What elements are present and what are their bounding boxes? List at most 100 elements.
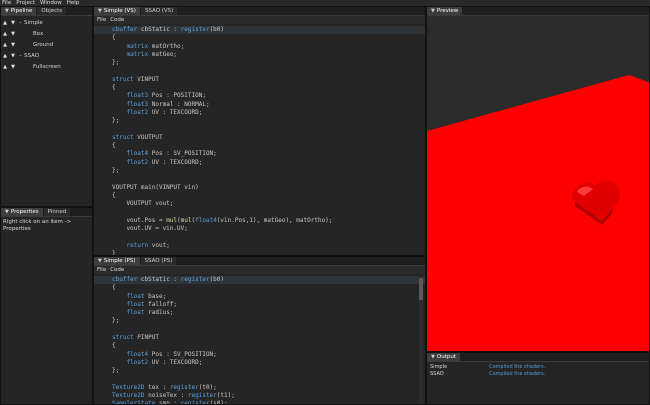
tab-simple-ps[interactable]: ▼ Simple (PS) bbox=[94, 257, 140, 265]
tab-menu-icon[interactable]: ▼ bbox=[5, 209, 9, 215]
code-line: SamplerState smp : register(s0); bbox=[112, 400, 228, 405]
code-line: }; bbox=[112, 367, 120, 375]
tab-menu-icon[interactable]: ▼ bbox=[98, 8, 102, 14]
code-line: float2 UV : TEXCOORD; bbox=[126, 108, 203, 116]
vs-tabbar: ▼ Simple (VS) SSAO (VS) bbox=[94, 7, 425, 16]
vs-menu-file[interactable]: File bbox=[97, 17, 106, 23]
ps-code-area[interactable]: cbuffer cbStatic : register(b0){ float b… bbox=[94, 276, 425, 405]
tab-pinned[interactable]: Pinned bbox=[43, 208, 71, 216]
collapse-icon[interactable]: - bbox=[17, 53, 24, 59]
code-line: float base; bbox=[126, 292, 167, 300]
move-up-icon[interactable]: ▲ bbox=[1, 53, 9, 59]
output-tabbar: ▼ Output bbox=[427, 353, 649, 362]
code-line: VOUTPUT main(VINPUT vin) bbox=[112, 183, 199, 191]
code-line: matrix matOrtho; bbox=[126, 42, 185, 50]
move-up-icon[interactable]: ▲ bbox=[1, 31, 9, 37]
collapse-icon[interactable]: - bbox=[17, 20, 24, 26]
tab-pipeline[interactable]: ▼ Pipeline bbox=[1, 7, 37, 15]
code-line: float falloff; bbox=[126, 300, 178, 308]
pipeline-item-label: Simple bbox=[24, 19, 43, 26]
tab-ssao-ps[interactable]: SSAO (PS) bbox=[140, 257, 177, 265]
code-line: float3 Pos : POSITION; bbox=[126, 92, 206, 100]
tab-ssao-vs[interactable]: SSAO (VS) bbox=[140, 7, 178, 15]
move-up-icon[interactable]: ▲ bbox=[1, 20, 9, 26]
output-row[interactable]: SSAO Compiled the shaders. bbox=[427, 371, 649, 378]
preview-viewport[interactable] bbox=[427, 16, 650, 352]
pipeline-item-label: SSAO bbox=[24, 52, 40, 59]
properties-tabbar: ▼ Properties Pinned bbox=[1, 208, 92, 217]
ps-scrollbar-thumb[interactable] bbox=[419, 278, 423, 300]
pipeline-item-label: Box bbox=[33, 30, 44, 37]
code-line: struct VINPUT bbox=[112, 75, 159, 83]
code-line: float2 UV : TEXCOORD; bbox=[126, 358, 203, 366]
pipeline-item-box[interactable]: ▲ ▼ Box bbox=[1, 28, 92, 39]
preview-tabbar: ▼ Preview bbox=[427, 7, 649, 16]
move-down-icon[interactable]: ▼ bbox=[9, 53, 17, 59]
tab-objects[interactable]: Objects bbox=[37, 7, 67, 15]
ps-editor-panel: ▼ Simple (PS) SSAO (PS) File Code cbuffer… bbox=[93, 256, 426, 405]
move-down-icon[interactable]: ▼ bbox=[9, 64, 17, 70]
output-message: Compiled the shaders. bbox=[489, 364, 546, 370]
tab-menu-icon[interactable]: ▼ bbox=[431, 354, 435, 360]
ps-scrollbar[interactable] bbox=[419, 276, 423, 404]
code-line: { bbox=[112, 34, 116, 42]
move-down-icon[interactable]: ▼ bbox=[9, 31, 17, 37]
pipeline-item-label: Ground bbox=[33, 41, 54, 48]
vs-editor-menu: File Code bbox=[94, 16, 425, 24]
code-line: { bbox=[112, 142, 116, 150]
vs-code-area[interactable]: cbuffer cbStatic : register(b0){ matrix … bbox=[94, 26, 425, 255]
pipeline-tabbar: ▼ Pipeline Objects bbox=[1, 7, 92, 16]
code-line: float4 Pos : SV_POSITION; bbox=[126, 150, 217, 158]
move-up-icon[interactable]: ▲ bbox=[1, 42, 9, 48]
tab-menu-icon[interactable]: ▼ bbox=[5, 8, 9, 14]
pipeline-item-ssao[interactable]: ▲ ▼ - SSAO bbox=[1, 50, 92, 61]
tab-properties[interactable]: ▼ Properties bbox=[1, 208, 43, 216]
pipeline-panel: ▼ Pipeline Objects ▲ ▼ - Simple ▲ ▼ Box ▲… bbox=[0, 6, 93, 207]
move-up-icon[interactable]: ▲ bbox=[1, 64, 9, 70]
code-line: VOUTPUT vout; bbox=[112, 200, 174, 208]
tab-simple-vs[interactable]: ▼ Simple (VS) bbox=[94, 7, 140, 15]
tab-menu-icon[interactable]: ▼ bbox=[98, 258, 102, 264]
code-line: }; bbox=[112, 59, 120, 67]
code-line: struct VOUTPUT bbox=[112, 133, 163, 141]
code-line: { bbox=[112, 284, 116, 292]
ps-menu-code[interactable]: Code bbox=[110, 267, 124, 273]
pipeline-item-simple[interactable]: ▲ ▼ - Simple bbox=[1, 17, 92, 28]
ps-editor-menu: File Code bbox=[94, 266, 425, 274]
code-line: struct PINPUT bbox=[112, 334, 159, 342]
pipeline-item-ground[interactable]: ▲ ▼ Ground bbox=[1, 39, 92, 50]
code-line: matrix matGeo; bbox=[126, 50, 178, 58]
output-source: SSAO bbox=[430, 371, 444, 377]
code-line: { bbox=[112, 342, 116, 350]
code-line: Texture2D tex : register(t0); bbox=[112, 383, 217, 391]
code-line: float4 Pos : SV_POSITION; bbox=[126, 350, 217, 358]
pipeline-item-label: Fullscreen bbox=[33, 63, 61, 70]
ps-tabbar: ▼ Simple (PS) SSAO (PS) bbox=[94, 257, 425, 266]
properties-hint: Right click on an item -> Properties bbox=[3, 219, 72, 232]
code-line: { bbox=[112, 191, 116, 199]
code-line: float3 Normal : NORMAL; bbox=[126, 100, 210, 108]
tab-output[interactable]: ▼ Output bbox=[427, 353, 460, 361]
output-row[interactable]: Simple Compiled the shaders. bbox=[427, 364, 649, 371]
ps-menu-file[interactable]: File bbox=[97, 267, 106, 273]
vs-editor-panel: ▼ Simple (VS) SSAO (VS) File Code cbuffer… bbox=[93, 6, 426, 256]
code-line: { bbox=[112, 84, 116, 92]
output-message: Compiled the shaders. bbox=[489, 371, 546, 377]
code-line: cbuffer cbStatic : register(b0) bbox=[94, 276, 425, 285]
code-line: }; bbox=[112, 117, 120, 125]
output-panel: ▼ Output Simple Compiled the shaders. SSA… bbox=[426, 352, 650, 405]
code-line: vout.Pos = mul(mul(float4(vin.Pos,1), ma… bbox=[112, 216, 333, 224]
code-line: Texture2D noiseTex : register(t1); bbox=[112, 392, 235, 400]
tab-menu-icon[interactable]: ▼ bbox=[431, 8, 435, 14]
code-line: }; bbox=[112, 167, 120, 175]
move-down-icon[interactable]: ▼ bbox=[9, 42, 17, 48]
tab-preview[interactable]: ▼ Preview bbox=[427, 7, 463, 15]
move-down-icon[interactable]: ▼ bbox=[9, 20, 17, 26]
vs-menu-code[interactable]: Code bbox=[110, 17, 124, 23]
pipeline-item-fullscreen[interactable]: ▲ ▼ Fullscreen bbox=[1, 61, 92, 72]
